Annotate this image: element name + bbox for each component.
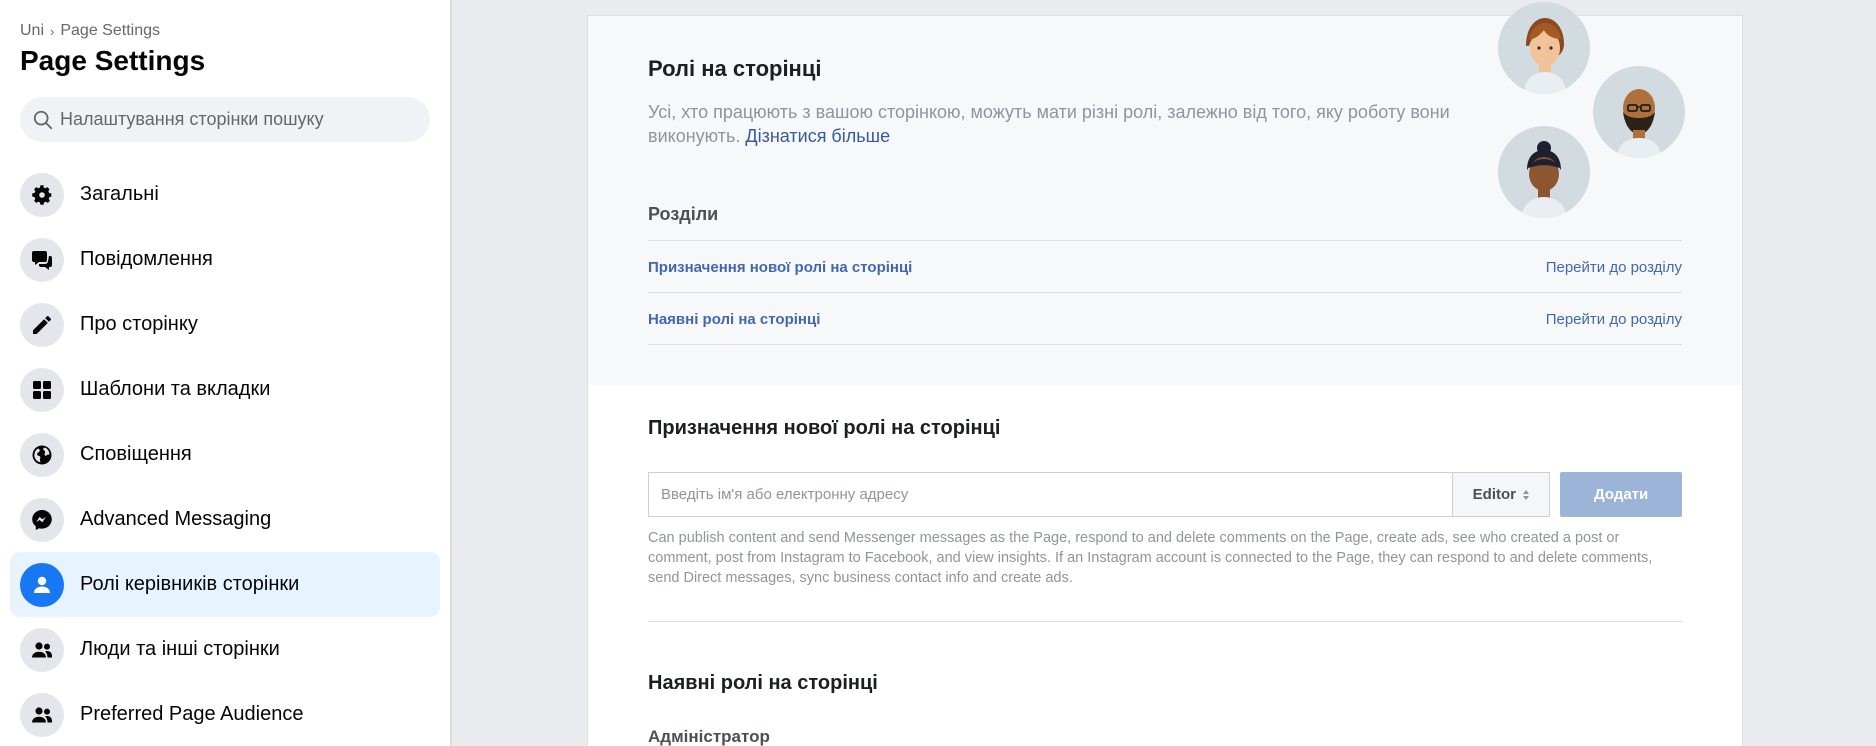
assign-role-card: Призначення нової ролі на сторінці Edito… (587, 385, 1743, 746)
section-divider (648, 292, 1682, 293)
sidebar-item-about[interactable]: Про сторінку (10, 292, 440, 357)
sidebar-item-preferred-audience[interactable]: Preferred Page Audience (10, 682, 440, 746)
learn-more-link[interactable]: Дізнатися більше (745, 126, 890, 146)
people-icon (20, 692, 64, 737)
sidebar-item-page-roles[interactable]: Ролі керівників сторінки (10, 552, 440, 617)
section-link-assign-role[interactable]: Призначення нової ролі на сторінці (648, 259, 912, 276)
breadcrumb-parent[interactable]: Uni (20, 22, 44, 40)
go-to-section-link[interactable]: Перейти до розділу (1546, 259, 1682, 276)
assign-role-title: Призначення нової ролі на сторінці (648, 417, 1001, 439)
grid-icon (20, 367, 64, 412)
chat-bubbles-icon (20, 237, 64, 282)
sections-title: Розділи (648, 204, 719, 224)
sidebar-item-templates-tabs[interactable]: Шаблони та вкладки (10, 357, 440, 422)
roles-title: Ролі на сторінці (648, 56, 822, 81)
person-icon (20, 562, 64, 607)
add-button[interactable]: Додати (1560, 472, 1682, 517)
messenger-icon (20, 497, 64, 542)
avatar-illustration (1498, 126, 1590, 218)
section-link-existing-roles[interactable]: Наявні ролі на сторінці (648, 311, 820, 328)
sidebar-item-label: Сповіщення (80, 443, 192, 465)
settings-nav: Загальні Повідомлення Про сторінку Шабло… (10, 162, 440, 746)
role-select-value: Editor (1472, 486, 1516, 503)
sidebar-item-label: Preferred Page Audience (80, 703, 304, 725)
settings-sidebar: Uni › Page Settings Page Settings Загаль… (0, 0, 450, 746)
role-description-help: Can publish content and send Messenger m… (648, 530, 1653, 586)
sidebar-item-label: Загальні (80, 183, 159, 205)
search-input[interactable] (60, 109, 420, 130)
go-to-section-link[interactable]: Перейти до розділу (1546, 311, 1682, 328)
admin-role-label: Адміністратор (648, 727, 770, 746)
search-box[interactable] (20, 97, 430, 142)
avatar-illustration (1593, 66, 1685, 158)
sidebar-item-label: Про сторінку (80, 313, 198, 335)
section-row: Призначення нової ролі на сторінці Перей… (648, 242, 1682, 292)
assign-role-form: Editor Додати (648, 472, 1682, 517)
pencil-icon (20, 302, 64, 347)
people-icon (20, 627, 64, 672)
sidebar-item-general[interactable]: Загальні (10, 162, 440, 227)
roles-description: Усі, хто працюють з вашою сторінкою, мож… (648, 100, 1468, 148)
name-or-email-input[interactable] (648, 472, 1453, 517)
page-roles-header-card: Ролі на сторінці Усі, хто працюють з ваш… (587, 2, 1743, 385)
sidebar-item-label: Ролі керівників сторінки (80, 573, 300, 595)
sidebar-item-people-other-pages[interactable]: Люди та інші сторінки (10, 617, 440, 682)
breadcrumb-current: Page Settings (60, 22, 160, 39)
globe-icon (20, 432, 64, 477)
sidebar-item-label: Шаблони та вкладки (80, 378, 271, 400)
sidebar-item-notifications[interactable]: Сповіщення (10, 422, 440, 487)
gear-icon (20, 172, 64, 217)
section-divider (648, 240, 1682, 241)
existing-roles-title: Наявні ролі на сторінці (648, 672, 878, 694)
page-title: Page Settings (20, 45, 206, 76)
sidebar-item-messaging[interactable]: Повідомлення (10, 227, 440, 292)
sidebar-item-label: Повідомлення (80, 248, 213, 270)
section-row: Наявні ролі на сторінці Перейти до розді… (648, 294, 1682, 344)
breadcrumb-separator: › (50, 23, 55, 39)
breadcrumb: Uni › Page Settings (20, 22, 160, 40)
section-divider (648, 344, 1682, 345)
sidebar-item-label: Advanced Messaging (80, 508, 272, 530)
search-icon (33, 110, 53, 129)
sidebar-item-advanced-messaging[interactable]: Advanced Messaging (10, 487, 440, 552)
sort-arrows-icon (1523, 489, 1529, 500)
sidebar-item-label: Люди та інші сторінки (80, 638, 280, 660)
section-divider (648, 621, 1682, 622)
avatar-illustration (1498, 2, 1590, 94)
role-select[interactable]: Editor (1452, 472, 1551, 517)
